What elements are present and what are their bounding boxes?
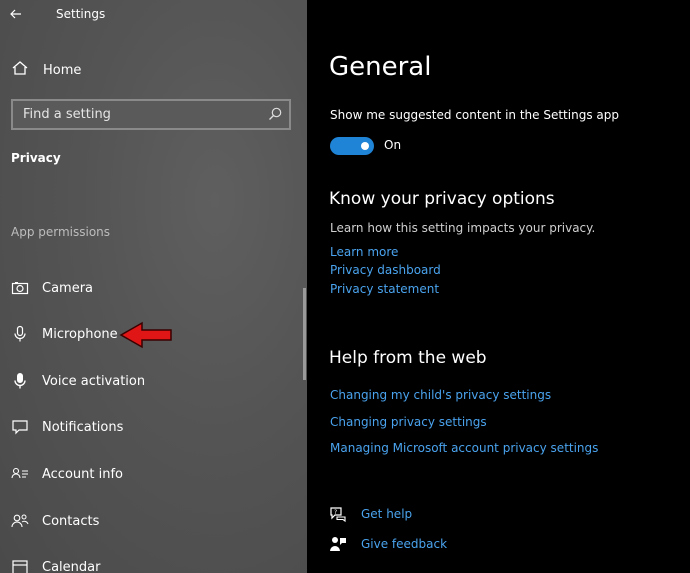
page-title: General [329,52,432,82]
sidebar-item-label: Calendar [42,559,101,573]
home-nav-item[interactable]: Home [11,59,81,81]
group-title-app-permissions: App permissions [11,225,111,239]
microsoft-account-privacy-link[interactable]: Managing Microsoft account privacy setti… [330,441,598,455]
toggle-state-label: On [384,138,402,152]
svg-text:?: ? [334,509,337,516]
contacts-icon [11,512,29,530]
search-box[interactable]: Find a setting [11,99,291,130]
search-icon[interactable] [267,106,283,122]
window-title: Settings [56,7,106,21]
sidebar-item-label: Microphone [42,326,118,342]
give-feedback-icon [329,535,347,553]
home-icon [11,59,29,81]
get-help-icon: ? [329,505,347,523]
sidebar-item-label: Contacts [42,513,100,529]
privacy-options-text: Learn how this setting impacts your priv… [330,221,596,235]
main-content: General Show me suggested content in the… [307,0,690,573]
help-from-web-heading: Help from the web [329,348,487,368]
sidebar-item-contacts[interactable]: Contacts [11,509,99,533]
back-arrow-icon[interactable] [6,4,26,24]
suggested-content-description: Show me suggested content in the Setting… [330,108,619,122]
annotation-arrow-icon [119,321,172,349]
sidebar-item-label: Notifications [42,419,124,435]
sidebar-item-label: Voice activation [42,373,146,389]
sidebar-item-calendar[interactable]: Calendar [11,555,100,573]
sidebar-item-notifications[interactable]: Notifications [11,415,123,439]
home-label: Home [43,62,82,78]
sidebar: Settings Home Find a setting Privacy App… [0,0,307,573]
suggested-content-toggle[interactable] [330,137,374,155]
privacy-options-heading: Know your privacy options [329,189,555,209]
search-input[interactable]: Find a setting [23,107,111,122]
microphone-icon [11,325,29,343]
give-feedback-link[interactable]: Give feedback [361,537,447,551]
sidebar-item-microphone[interactable]: Microphone [11,322,118,346]
child-privacy-settings-link[interactable]: Changing my child's privacy settings [330,388,551,402]
give-feedback-row[interactable]: Give feedback [329,534,447,554]
camera-icon [11,279,29,297]
sidebar-item-account-info[interactable]: Account info [11,462,123,486]
notifications-icon [11,418,29,436]
section-title-privacy: Privacy [11,151,61,165]
privacy-statement-link[interactable]: Privacy statement [330,282,439,296]
sidebar-item-label: Camera [42,280,94,296]
sidebar-item-label: Account info [42,466,124,482]
sidebar-item-camera[interactable]: Camera [11,276,93,300]
get-help-row[interactable]: ? Get help [329,504,412,524]
get-help-link[interactable]: Get help [361,507,412,521]
changing-privacy-settings-link[interactable]: Changing privacy settings [330,415,487,429]
learn-more-link[interactable]: Learn more [330,245,398,259]
privacy-dashboard-link[interactable]: Privacy dashboard [330,263,441,277]
sidebar-scrollbar[interactable] [303,288,306,380]
toggle-knob [361,142,369,150]
account-info-icon [11,465,29,483]
calendar-icon [11,558,29,573]
sidebar-item-voice-activation[interactable]: Voice activation [11,369,145,393]
voice-activation-icon [11,372,29,390]
